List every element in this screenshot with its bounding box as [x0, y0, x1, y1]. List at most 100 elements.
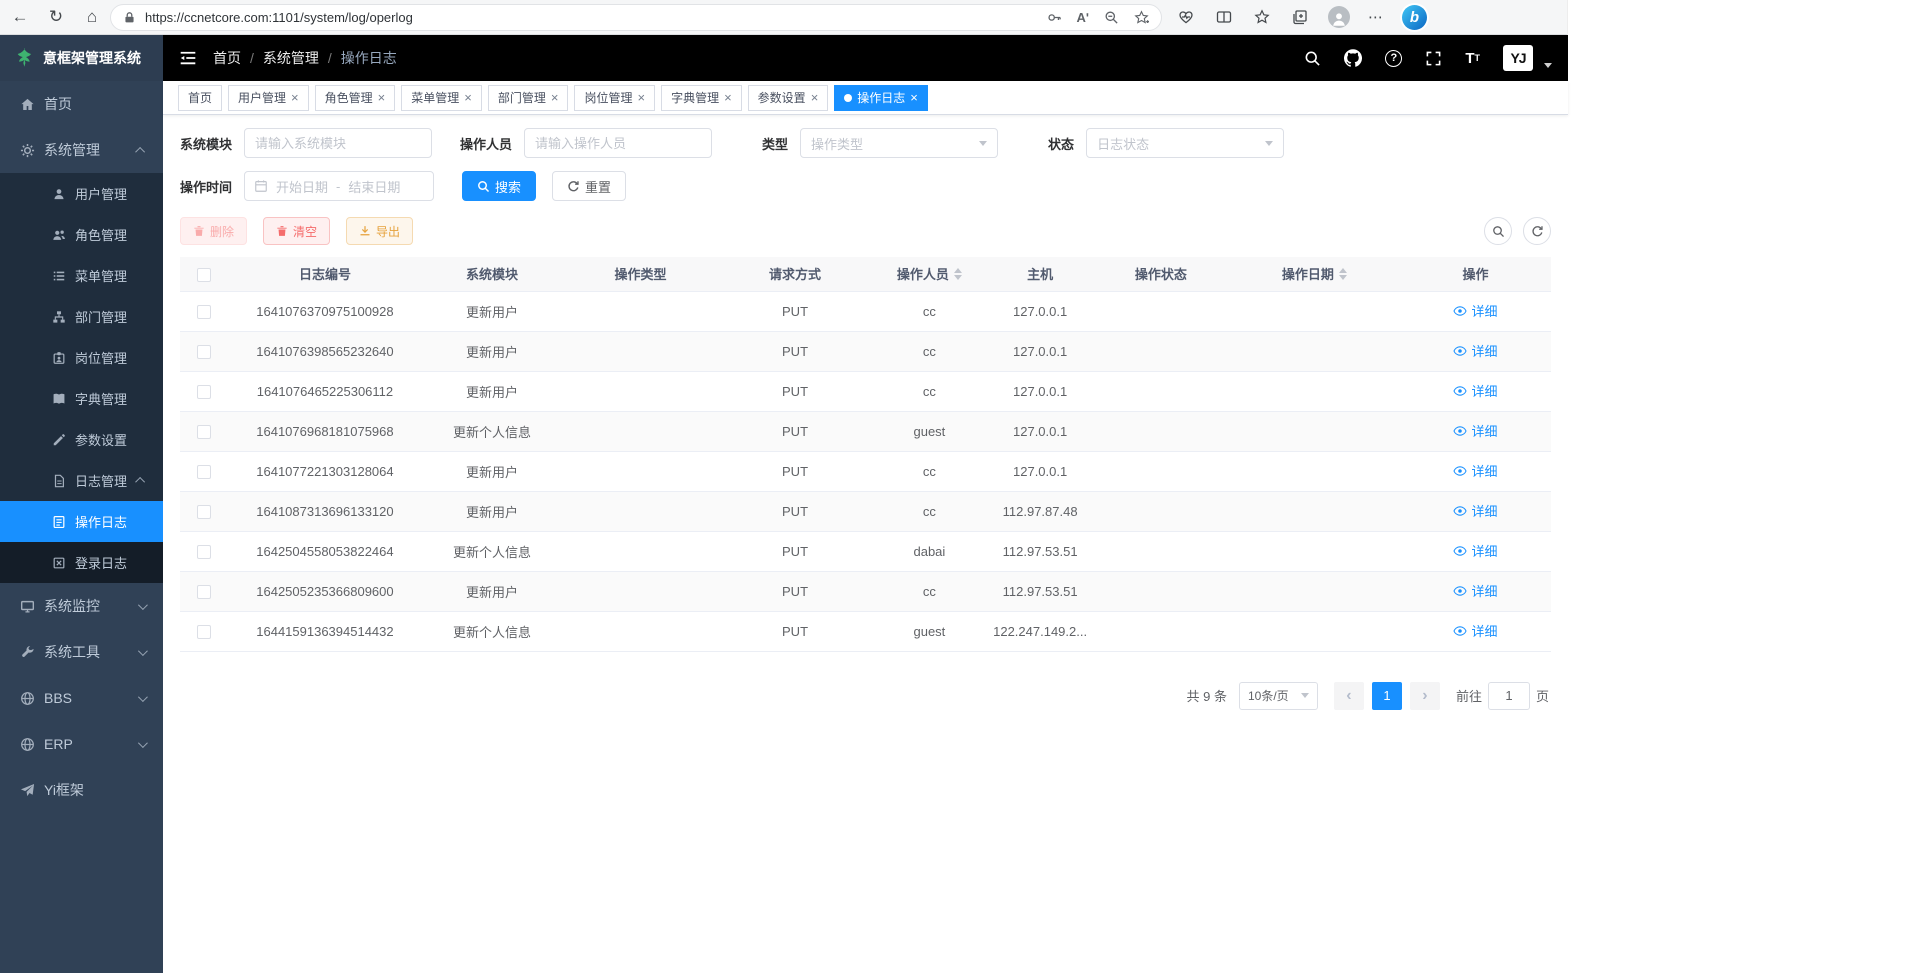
page-size-select[interactable]: 10条/页	[1239, 682, 1318, 710]
sidebar-item-bbs[interactable]: BBS	[0, 675, 163, 721]
close-icon[interactable]	[291, 91, 299, 104]
module-input[interactable]	[244, 128, 432, 158]
tab-dict-mgmt[interactable]: 字典管理	[661, 85, 742, 111]
next-page-button[interactable]: ›	[1410, 682, 1440, 710]
favorites-icon[interactable]	[1252, 7, 1272, 27]
row-checkbox[interactable]	[197, 585, 211, 599]
date-range-picker[interactable]: 开始日期 - 结束日期	[244, 171, 434, 201]
clear-button[interactable]: 清空	[263, 217, 330, 245]
sidebar-item-tools[interactable]: 系统工具	[0, 629, 163, 675]
sidebar-item-yi-framework[interactable]: Yi框架	[0, 767, 163, 813]
tab-dept-mgmt[interactable]: 部门管理	[488, 85, 569, 111]
browser-essentials-icon[interactable]	[1176, 7, 1196, 27]
home-icon[interactable]: ⌂	[82, 7, 102, 27]
row-checkbox[interactable]	[197, 305, 211, 319]
status-select[interactable]: 日志状态	[1086, 128, 1284, 158]
tab-param-settings[interactable]: 参数设置	[748, 85, 829, 111]
tab-oper-log[interactable]: 操作日志	[834, 85, 928, 111]
read-aloud-icon[interactable]: Aʹ	[1077, 10, 1089, 25]
row-checkbox[interactable]	[197, 545, 211, 559]
refresh-icon[interactable]: ↻	[46, 7, 66, 27]
github-icon[interactable]	[1344, 49, 1362, 67]
page-number-button[interactable]: 1	[1372, 682, 1402, 710]
row-checkbox[interactable]	[197, 425, 211, 439]
refresh-table-button[interactable]	[1523, 217, 1551, 245]
sort-icon[interactable]	[954, 268, 962, 280]
close-icon[interactable]	[811, 91, 819, 104]
row-checkbox[interactable]	[197, 505, 211, 519]
sidebar-item-oper-log[interactable]: 操作日志	[0, 501, 163, 542]
copilot-icon[interactable]: b	[1402, 5, 1427, 30]
search-icon[interactable]	[1304, 50, 1321, 67]
close-icon[interactable]	[551, 91, 559, 104]
export-button[interactable]: 导出	[346, 217, 413, 245]
address-bar[interactable]: https://ccnetcore.com:1101/system/log/op…	[110, 4, 1162, 31]
row-checkbox[interactable]	[197, 345, 211, 359]
breadcrumb-section[interactable]: 系统管理	[263, 48, 319, 68]
detail-link[interactable]: 详细	[1453, 381, 1497, 400]
tab-home[interactable]: 首页	[178, 85, 222, 111]
reset-button[interactable]: 重置	[552, 171, 626, 201]
sidebar-item-role-mgmt[interactable]: 角色管理	[0, 214, 163, 255]
detail-link[interactable]: 详细	[1453, 301, 1497, 320]
row-checkbox[interactable]	[197, 385, 211, 399]
row-checkbox[interactable]	[197, 625, 211, 639]
split-screen-icon[interactable]	[1214, 7, 1234, 27]
breadcrumb-home[interactable]: 首页	[213, 48, 241, 68]
sidebar-item-post-mgmt[interactable]: 岗位管理	[0, 337, 163, 378]
prev-page-button[interactable]: ‹	[1334, 682, 1364, 710]
sidebar-item-login-log[interactable]: 登录日志	[0, 542, 163, 583]
operator-input[interactable]	[524, 128, 712, 158]
user-dropdown-caret-icon[interactable]	[1544, 63, 1552, 68]
col-date[interactable]: 操作日期	[1229, 257, 1400, 291]
detail-link[interactable]: 详细	[1453, 581, 1497, 600]
collections-icon[interactable]	[1290, 7, 1310, 27]
type-select[interactable]: 操作类型	[800, 128, 998, 158]
sidebar-fold-icon[interactable]	[179, 49, 197, 67]
sidebar-item-erp[interactable]: ERP	[0, 721, 163, 767]
help-icon[interactable]	[1385, 50, 1402, 67]
tab-post-mgmt[interactable]: 岗位管理	[574, 85, 655, 111]
sidebar-item-user-mgmt[interactable]: 用户管理	[0, 173, 163, 214]
sidebar-item-menu-mgmt[interactable]: 菜单管理	[0, 255, 163, 296]
tab-role-mgmt[interactable]: 角色管理	[315, 85, 396, 111]
url-text[interactable]: https://ccnetcore.com:1101/system/log/op…	[145, 10, 1038, 25]
add-favorite-icon[interactable]	[1134, 10, 1149, 25]
search-toggle-button[interactable]	[1484, 217, 1512, 245]
sidebar-item-monitor[interactable]: 系统监控	[0, 583, 163, 629]
detail-link[interactable]: 详细	[1453, 621, 1497, 640]
back-icon[interactable]: ←	[10, 7, 30, 27]
app-logo[interactable]: 意框架管理系统	[0, 35, 163, 81]
sidebar-item-dept-mgmt[interactable]: 部门管理	[0, 296, 163, 337]
detail-link[interactable]: 详细	[1453, 541, 1497, 560]
font-size-icon[interactable]	[1465, 50, 1480, 67]
row-checkbox[interactable]	[197, 465, 211, 479]
close-icon[interactable]	[464, 91, 472, 104]
detail-link[interactable]: 详细	[1453, 461, 1497, 480]
col-operator[interactable]: 操作人员	[872, 257, 988, 291]
sidebar-item-system[interactable]: 系统管理	[0, 127, 163, 173]
close-icon[interactable]	[910, 91, 918, 104]
close-icon[interactable]	[637, 91, 645, 104]
tab-user-mgmt[interactable]: 用户管理	[228, 85, 309, 111]
detail-link[interactable]: 详细	[1453, 501, 1497, 520]
sidebar-item-log-mgmt[interactable]: 日志管理	[0, 460, 163, 501]
goto-page-input[interactable]	[1488, 682, 1530, 710]
detail-link[interactable]: 详细	[1453, 341, 1497, 360]
select-all-checkbox[interactable]	[197, 268, 211, 282]
delete-button[interactable]: 删除	[180, 217, 247, 245]
close-icon[interactable]	[378, 91, 386, 104]
sidebar-item-dict-mgmt[interactable]: 字典管理	[0, 378, 163, 419]
sidebar-item-home[interactable]: 首页	[0, 81, 163, 127]
sort-icon[interactable]	[1339, 268, 1347, 280]
profile-avatar[interactable]	[1328, 6, 1350, 28]
password-key-icon[interactable]	[1047, 10, 1062, 25]
search-button[interactable]: 搜索	[462, 171, 536, 201]
yj-logo[interactable]: YJ	[1503, 45, 1533, 71]
fullscreen-icon[interactable]	[1425, 50, 1442, 67]
close-icon[interactable]	[724, 91, 732, 104]
detail-link[interactable]: 详细	[1453, 421, 1497, 440]
more-menu-icon[interactable]: ⋯	[1368, 8, 1384, 26]
sidebar-item-param-settings[interactable]: 参数设置	[0, 419, 163, 460]
zoom-out-icon[interactable]	[1104, 10, 1119, 25]
